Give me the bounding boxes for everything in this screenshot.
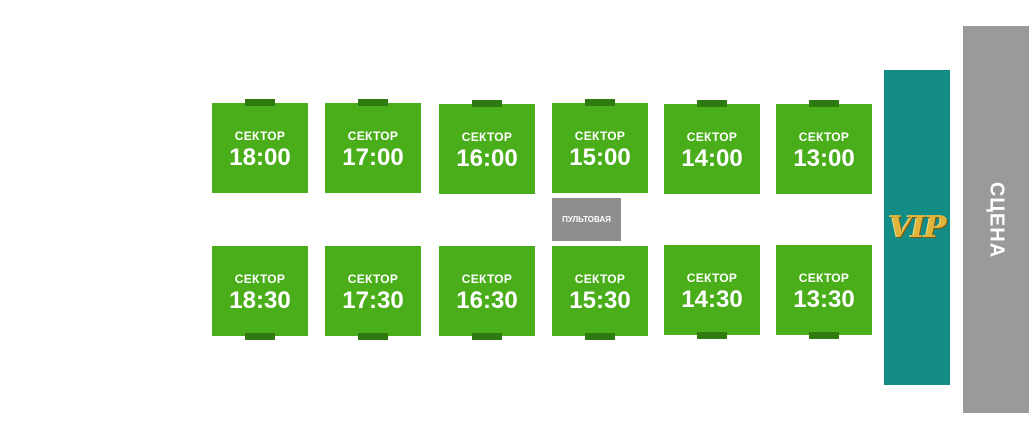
sector-time: 13:30 [793,286,855,313]
sector-label: СЕКТОР [234,272,286,286]
sector-18-00[interactable]: СЕКТОР 18:00 [212,99,308,193]
sector-entrance-marker [472,100,502,107]
sector-label: СЕКТОР [686,130,738,144]
sector-entrance-marker [358,99,388,106]
sector-16-30[interactable]: СЕКТОР 16:30 [439,246,535,340]
sector-time: 15:30 [569,287,631,314]
sector-entrance-marker [697,100,727,107]
sector-label: СЕКТОР [234,129,286,143]
sector-time: 13:00 [793,145,855,172]
sector-time: 15:00 [569,144,631,171]
sector-entrance-marker [245,333,275,340]
sector-time: 18:30 [229,287,291,314]
sector-14-00[interactable]: СЕКТОР 14:00 [664,100,760,194]
sector-label: СЕКТОР [574,129,626,143]
sector-label: СЕКТОР [461,130,513,144]
sector-label: СЕКТОР [347,272,399,286]
sector-label: СЕКТОР [461,272,513,286]
sector-15-00[interactable]: СЕКТОР 15:00 [552,99,648,193]
sector-entrance-marker [472,333,502,340]
sector-entrance-marker [245,99,275,106]
vip-zone[interactable]: VIP [884,70,950,385]
sector-label: СЕКТОР [574,272,626,286]
sector-label: СЕКТОР [798,130,850,144]
sector-entrance-marker [358,333,388,340]
sector-time: 16:00 [456,145,518,172]
sector-13-30[interactable]: СЕКТОР 13:30 [776,245,872,339]
sector-label: СЕКТОР [686,271,738,285]
sector-time: 18:00 [229,144,291,171]
sector-time: 14:00 [681,145,743,172]
sector-label: СЕКТОР [347,129,399,143]
sector-entrance-marker [697,332,727,339]
sector-15-30[interactable]: СЕКТОР 15:30 [552,246,648,340]
sector-14-30[interactable]: СЕКТОР 14:30 [664,245,760,339]
sector-time: 17:30 [342,287,404,314]
sector-17-00[interactable]: СЕКТОР 17:00 [325,99,421,193]
sector-time: 16:30 [456,287,518,314]
sector-entrance-marker [585,333,615,340]
sector-time: 17:00 [342,144,404,171]
stage: СЦЕНА [963,26,1029,413]
sector-17-30[interactable]: СЕКТОР 17:30 [325,246,421,340]
stage-label: СЦЕНА [985,181,1008,258]
sector-18-30[interactable]: СЕКТОР 18:30 [212,246,308,340]
sector-13-00[interactable]: СЕКТОР 13:00 [776,100,872,194]
sector-16-00[interactable]: СЕКТОР 16:00 [439,100,535,194]
sector-label: СЕКТОР [798,271,850,285]
sector-entrance-marker [585,99,615,106]
sector-entrance-marker [809,100,839,107]
sector-entrance-marker [809,332,839,339]
sector-time: 14:30 [681,286,743,313]
console-booth: ПУЛЬТОВАЯ [552,198,621,241]
vip-logo: VIP [888,210,947,245]
